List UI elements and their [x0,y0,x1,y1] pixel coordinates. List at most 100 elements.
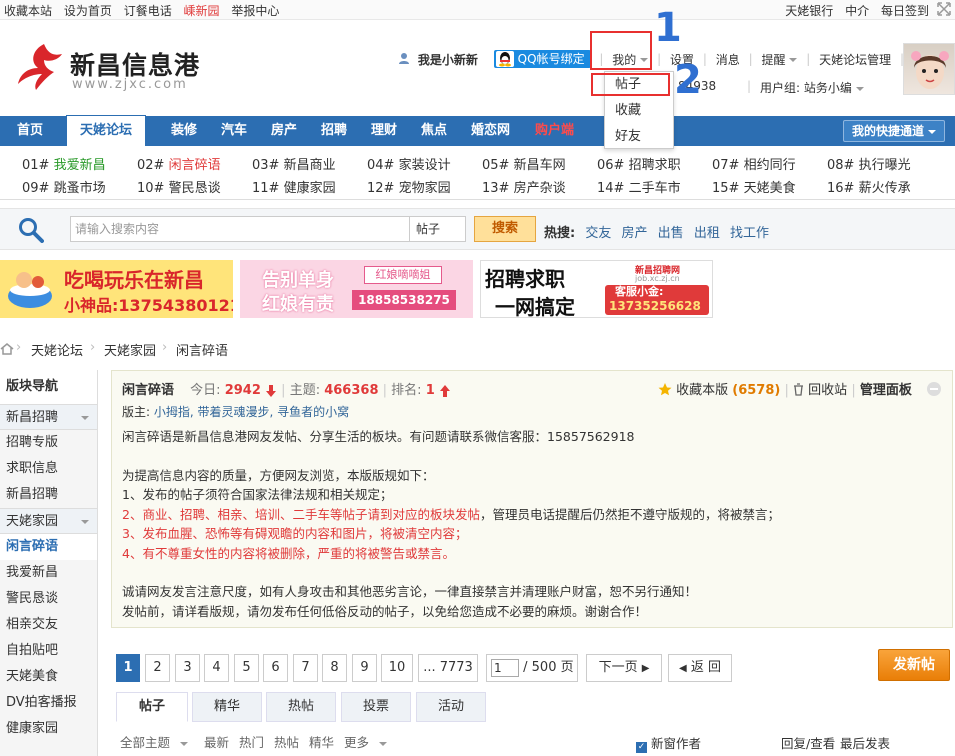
subnav-item[interactable]: 15# 天姥美食 [712,177,796,196]
page-button[interactable]: 5 [234,654,259,682]
subnav-item[interactable]: 05# 新昌车网 [482,154,566,173]
page-button[interactable]: 9 [352,654,377,682]
nav-client[interactable]: 购户端 [535,116,574,146]
search-input[interactable]: 请输入搜索内容 [70,216,410,242]
sidebar-item[interactable]: 招聘专版 [0,430,97,456]
sidebar-item[interactable]: 自拍贴吧 [0,638,97,664]
nav-dating[interactable]: 婚恋网 [471,116,510,146]
sidebar-item[interactable]: 新昌招聘 [0,482,97,508]
subnav-item[interactable]: 13# 房产杂谈 [482,177,566,196]
search-button[interactable]: 搜索 [474,216,536,242]
dropdown-item-friends[interactable]: 好友 [605,124,673,150]
page-input[interactable]: 1 [491,658,519,677]
subnav-item[interactable]: 02# 闲言碎语 [137,154,221,173]
banner-food[interactable]: 吃喝玩乐在新昌 小神品:13754380121 [0,260,233,318]
user-group-menu[interactable]: 用户组: 站务小编 [760,79,864,96]
search-type-select[interactable]: 帖子 [410,216,466,242]
nav-jobs[interactable]: 招聘 [321,116,347,146]
breadcrumb-current[interactable]: 闲言碎语 [176,340,228,359]
nav-auto[interactable]: 汽车 [221,116,247,146]
hot-keyword[interactable]: 找工作 [730,226,769,241]
sidebar-section-home[interactable]: 天姥家园 [0,508,97,534]
hot-keyword[interactable]: 出售 [658,226,684,241]
qq-bind-button[interactable]: QQ帐号绑定 [493,50,591,68]
new-window-toggle[interactable]: ✓ 新窗 [636,733,676,753]
sidebar-section-jobs[interactable]: 新昌招聘 [0,404,97,430]
sidebar-item[interactable]: 我爱新昌 [0,560,97,586]
page-button[interactable]: 7 [293,654,318,682]
subnav-item[interactable]: 10# 警民恳谈 [137,177,221,196]
filter-popular[interactable]: 热门 [239,735,264,750]
add-favorite-link[interactable]: 收藏本站 [4,4,52,18]
filter-hot[interactable]: 热帖 [274,735,299,750]
subnav-item[interactable]: 01# 我爱新昌 [22,154,106,173]
breadcrumb-home[interactable]: 天姥家园 [104,340,156,359]
sidebar-item[interactable]: DV拍客播报 [0,690,97,716]
back-button[interactable]: ◀ 返 回 [668,654,732,682]
username[interactable]: 我是小新新 [418,51,478,68]
sidebar-item-active[interactable]: 闲言碎语 [0,534,97,560]
tab-digest[interactable]: 精华 [192,692,262,722]
mods-list[interactable]: 小拇指, 带着灵魂漫步, 寻鱼者的小窝 [154,405,349,419]
page-button[interactable]: 1 [116,654,140,682]
agency-link[interactable]: 中介 [845,4,869,18]
subnav-item[interactable]: 11# 健康家园 [252,177,336,196]
reminders-menu[interactable]: 提醒 [761,51,798,68]
subnav-item[interactable]: 08# 执行曝光 [827,154,911,173]
subnav-item[interactable]: 07# 相约同行 [712,154,796,173]
avatar[interactable] [903,43,955,95]
page-button[interactable]: 8 [322,654,347,682]
sidebar-item[interactable]: 健康家园 [0,716,97,742]
admin-panel-link[interactable]: 管理面板 [860,383,912,398]
tab-polls[interactable]: 投票 [341,692,411,722]
daily-checkin-link[interactable]: 每日签到 [881,4,929,18]
tab-posts[interactable]: 帖子 [116,692,188,722]
shengxinyuan-link[interactable]: 嵊新园 [184,4,220,18]
sidebar-item[interactable]: 天姥美食 [0,664,97,690]
fullscreen-icon[interactable] [937,2,951,16]
subnav-item[interactable]: 06# 招聘求职 [597,154,681,173]
nav-forum[interactable]: 天姥论坛 [66,115,147,146]
home-icon[interactable] [0,343,14,355]
next-page-button[interactable]: 下一页 ▶ [586,654,662,682]
order-phone-link[interactable]: 订餐电话 [124,4,172,18]
tab-activities[interactable]: 活动 [416,692,486,722]
filter-latest[interactable]: 最新 [204,735,229,750]
hot-keyword[interactable]: 出租 [694,226,720,241]
page-button-last[interactable]: ... 7773 [418,654,478,682]
sidebar-item[interactable]: 相亲交友 [0,612,97,638]
report-center-link[interactable]: 举报中心 [231,4,279,18]
subnav-item[interactable]: 12# 宠物家园 [367,177,451,196]
set-homepage-link[interactable]: 设为首页 [64,4,112,18]
tab-hot[interactable]: 热帖 [266,692,336,722]
page-button[interactable]: 4 [204,654,229,682]
hot-keyword[interactable]: 交友 [585,226,611,241]
nav-realestate[interactable]: 房产 [271,116,297,146]
nav-finance[interactable]: 理财 [371,116,397,146]
page-button[interactable]: 6 [263,654,288,682]
subnav-item[interactable]: 03# 新昌商业 [252,154,336,173]
breadcrumb-forum[interactable]: 天姥论坛 [31,340,83,359]
sidebar-item[interactable]: 求职信息 [0,456,97,482]
messages-link[interactable]: 消息 [716,51,740,68]
subnav-item[interactable]: 04# 家装设计 [367,154,451,173]
new-post-button[interactable]: 发新帖 [878,649,950,681]
banner-dating[interactable]: 告别单身 红娘有责 红娘嘀嘀姐 18858538275 [240,260,473,318]
nav-home[interactable]: 首页 [17,116,43,146]
filter-all-topics[interactable]: 全部主题 [120,735,194,750]
favorite-forum-button[interactable]: 收藏本版 (6578) [658,383,785,398]
nav-decoration[interactable]: 装修 [171,116,197,146]
quick-access-button[interactable]: 我的快捷通道 [842,120,945,142]
nav-focus[interactable]: 焦点 [421,116,447,146]
page-button[interactable]: 3 [175,654,200,682]
forum-admin-link[interactable]: 天姥论坛管理 [819,51,891,68]
page-button[interactable]: 10 [381,654,413,682]
hot-keyword[interactable]: 房产 [622,226,648,241]
subnav-item[interactable]: 14# 二手车市 [597,177,681,196]
banner-jobs[interactable]: 招聘求职 一网搞定 新昌招聘网 job.xc.zj.cn 客服小金: 13735… [480,260,713,318]
subnav-item[interactable]: 09# 跳蚤市场 [22,177,106,196]
sidebar-item[interactable]: 警民恳谈 [0,586,97,612]
subnav-item[interactable]: 16# 薪火传承 [827,177,911,196]
bank-link[interactable]: 天姥银行 [785,4,833,18]
filter-more[interactable]: 更多 [344,735,393,750]
